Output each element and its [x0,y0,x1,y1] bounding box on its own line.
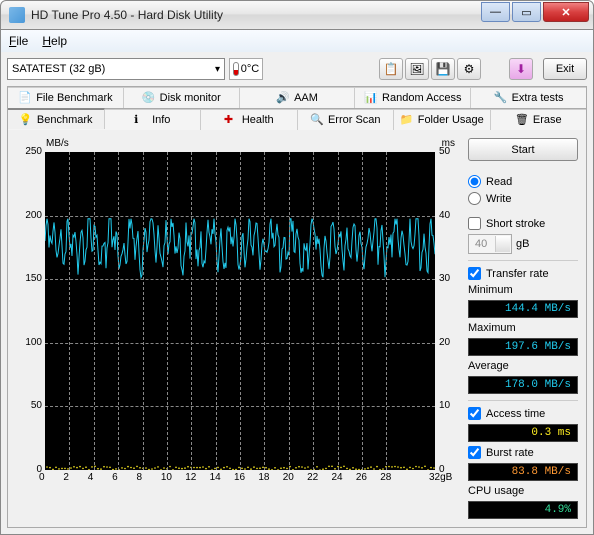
menubar: File Help [0,30,594,52]
temperature-value: 0°C [241,63,259,75]
temperature-display: 0°C [229,58,263,80]
read-radio[interactable] [468,175,481,188]
maximum-value: 197.6 MB/s [468,338,578,356]
transfer-rate-row[interactable]: Transfer rate [468,267,578,280]
short-stroke-label: Short stroke [486,218,545,230]
random-access-icon: 📊 [364,91,378,105]
cpu-usage-label: CPU usage [468,485,578,497]
access-time-label: Access time [486,408,545,420]
short-stroke-checkbox[interactable] [468,217,481,230]
disk-monitor-icon: 💿 [142,91,156,105]
aam-icon: 🔊 [276,91,290,105]
tab-benchmark[interactable]: 💡Benchmark [8,108,105,129]
start-button[interactable]: Start [468,138,578,161]
tabs-row-1: 📄File Benchmark 💿Disk monitor 🔊AAM 📊Rand… [7,86,587,108]
benchmark-chart: MB/s ms 00501010020150302004025050024681… [16,138,458,519]
tab-health[interactable]: ✚Health [201,109,298,130]
window-title: HD Tune Pro 4.50 - Hard Disk Utility [31,8,223,22]
tab-error-scan[interactable]: 🔍Error Scan [298,109,395,130]
transfer-rate-checkbox[interactable] [468,267,481,280]
maximum-label: Maximum [468,322,578,334]
info-icon: ℹ [134,113,148,127]
tab-info[interactable]: ℹInfo [105,109,202,130]
minimize-button[interactable]: — [481,2,510,22]
transfer-rate-label: Transfer rate [486,268,549,280]
write-label: Write [486,193,511,205]
drive-select[interactable]: SATATEST (32 gB) [7,58,225,80]
access-time-checkbox[interactable] [468,407,481,420]
short-stroke-spinner: 40 gB [468,234,578,254]
tab-file-benchmark[interactable]: 📄File Benchmark [8,87,124,108]
minimum-label: Minimum [468,284,578,296]
tab-random-access[interactable]: 📊Random Access [355,87,471,108]
tab-erase[interactable]: 🗑Erase [491,109,587,130]
short-stroke-unit: gB [516,238,529,250]
content-panel: MB/s ms 00501010020150302004025050024681… [7,130,587,528]
burst-rate-value: 83.8 MB/s [468,463,578,481]
exit-button[interactable]: Exit [543,58,587,80]
copy-info-button[interactable]: 📋 [379,58,403,80]
burst-rate-row[interactable]: Burst rate [468,446,578,459]
side-panel: Start Read Write Short stroke 40 gB Tran… [468,138,578,519]
app-icon [9,7,25,23]
maximize-button[interactable]: ▭ [512,2,541,22]
toolbar: SATATEST (32 gB) 0°C 📋 🖼 💾 ⚙ ⬇ Exit [7,58,587,80]
tab-aam[interactable]: 🔊AAM [240,87,356,108]
folder-usage-icon: 📁 [400,113,414,127]
tabs-row-2: 💡Benchmark ℹInfo ✚Health 🔍Error Scan 📁Fo… [7,108,587,130]
tab-folder-usage[interactable]: 📁Folder Usage [394,109,491,130]
access-time-value: 0.3 ms [468,424,578,442]
window-titlebar: HD Tune Pro 4.50 - Hard Disk Utility — ▭ [0,0,594,30]
burst-rate-label: Burst rate [486,447,534,459]
short-stroke-row[interactable]: Short stroke [468,217,578,230]
average-label: Average [468,360,578,372]
write-radio-row[interactable]: Write [468,192,578,205]
access-time-row[interactable]: Access time [468,407,578,420]
chart-plot-area [45,152,435,470]
file-benchmark-icon: 📄 [18,91,32,105]
minimum-value: 144.4 MB/s [468,300,578,318]
read-label: Read [486,176,512,188]
write-radio[interactable] [468,192,481,205]
menu-help[interactable]: Help [42,34,67,48]
cpu-usage-value: 4.9% [468,501,578,519]
y-left-label: MB/s [46,138,69,149]
menu-file[interactable]: File [9,34,28,48]
erase-icon: 🗑 [515,113,529,127]
thermometer-icon [233,62,239,76]
average-value: 178.0 MB/s [468,376,578,394]
options-button[interactable]: ⚙ [457,58,481,80]
burst-rate-checkbox[interactable] [468,446,481,459]
benchmark-icon: 💡 [19,113,33,127]
tab-disk-monitor[interactable]: 💿Disk monitor [124,87,240,108]
error-scan-icon: 🔍 [310,113,324,127]
copy-screenshot-button[interactable]: 🖼 [405,58,429,80]
short-stroke-value[interactable]: 40 [468,234,512,254]
read-radio-row[interactable]: Read [468,175,578,188]
save-button[interactable]: 💾 [431,58,455,80]
close-button[interactable] [543,2,589,22]
health-icon: ✚ [224,113,238,127]
extra-tests-icon: 🔧 [494,91,508,105]
download-button[interactable]: ⬇ [509,58,533,80]
drive-select-value: SATATEST (32 gB) [12,63,105,75]
tab-extra-tests[interactable]: 🔧Extra tests [471,87,586,108]
